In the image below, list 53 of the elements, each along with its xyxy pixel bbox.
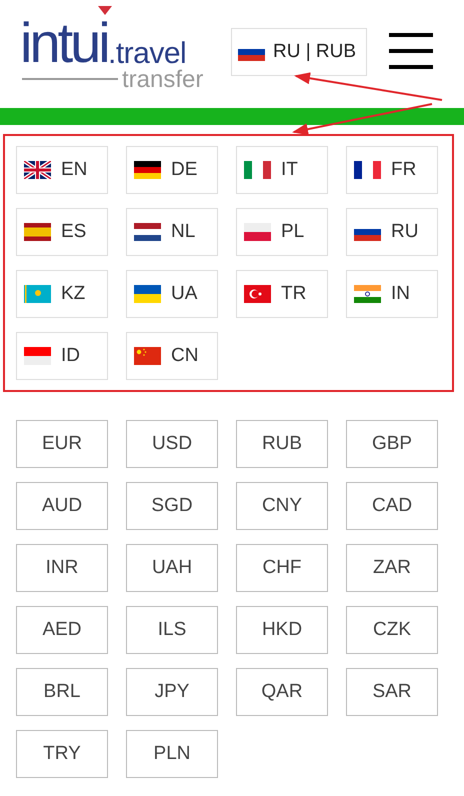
flag-icon — [134, 285, 161, 303]
language-option[interactable]: TR — [236, 270, 328, 318]
language-option[interactable]: RU — [346, 208, 438, 256]
flag-icon — [24, 347, 51, 365]
currency-option[interactable]: SAR — [346, 668, 438, 716]
currency-option[interactable]: PLN — [126, 730, 218, 778]
language-option[interactable]: UA — [126, 270, 218, 318]
flag-icon — [354, 285, 381, 303]
logo-brand: intui — [20, 18, 108, 68]
currency-option[interactable]: CNY — [236, 482, 328, 530]
flag-icon — [354, 161, 381, 179]
currency-option[interactable]: HKD — [236, 606, 328, 654]
currency-option[interactable]: CAD — [346, 482, 438, 530]
language-option[interactable]: EN — [16, 146, 108, 194]
currency-option[interactable]: CZK — [346, 606, 438, 654]
language-option[interactable]: CN — [126, 332, 218, 380]
flag-icon — [24, 223, 51, 241]
flag-icon — [24, 285, 51, 303]
language-currency-button[interactable]: RU | RUB — [231, 28, 367, 76]
language-option[interactable]: IT — [236, 146, 328, 194]
language-option[interactable]: KZ — [16, 270, 108, 318]
currency-option[interactable]: INR — [16, 544, 108, 592]
currency-option[interactable]: USD — [126, 420, 218, 468]
menu-icon[interactable] — [389, 33, 433, 69]
currency-option[interactable]: AUD — [16, 482, 108, 530]
language-option[interactable]: NL — [126, 208, 218, 256]
currency-option[interactable]: UAH — [126, 544, 218, 592]
currency-option[interactable]: BRL — [16, 668, 108, 716]
currency-option[interactable]: AED — [16, 606, 108, 654]
currency-option[interactable]: TRY — [16, 730, 108, 778]
flag-icon — [134, 347, 161, 365]
flag-icon — [244, 285, 271, 303]
currency-option[interactable]: SGD — [126, 482, 218, 530]
currency-option[interactable]: ILS — [126, 606, 218, 654]
flag-icon — [244, 223, 271, 241]
flag-icon — [24, 161, 51, 179]
language-option[interactable]: ES — [16, 208, 108, 256]
currency-option[interactable]: JPY — [126, 668, 218, 716]
language-option[interactable]: IN — [346, 270, 438, 318]
currency-option[interactable]: ZAR — [346, 544, 438, 592]
currency-option[interactable]: RUB — [236, 420, 328, 468]
language-option[interactable]: FR — [346, 146, 438, 194]
flag-icon — [244, 161, 271, 179]
currency-option[interactable]: GBP — [346, 420, 438, 468]
logo-mark-icon — [98, 6, 112, 16]
flag-icon — [134, 223, 161, 241]
currency-option[interactable]: CHF — [236, 544, 328, 592]
language-option[interactable]: ID — [16, 332, 108, 380]
currency-option[interactable]: QAR — [236, 668, 328, 716]
currency-option[interactable]: EUR — [16, 420, 108, 468]
flag-icon — [134, 161, 161, 179]
language-option[interactable]: DE — [126, 146, 218, 194]
language-option[interactable]: PL — [236, 208, 328, 256]
